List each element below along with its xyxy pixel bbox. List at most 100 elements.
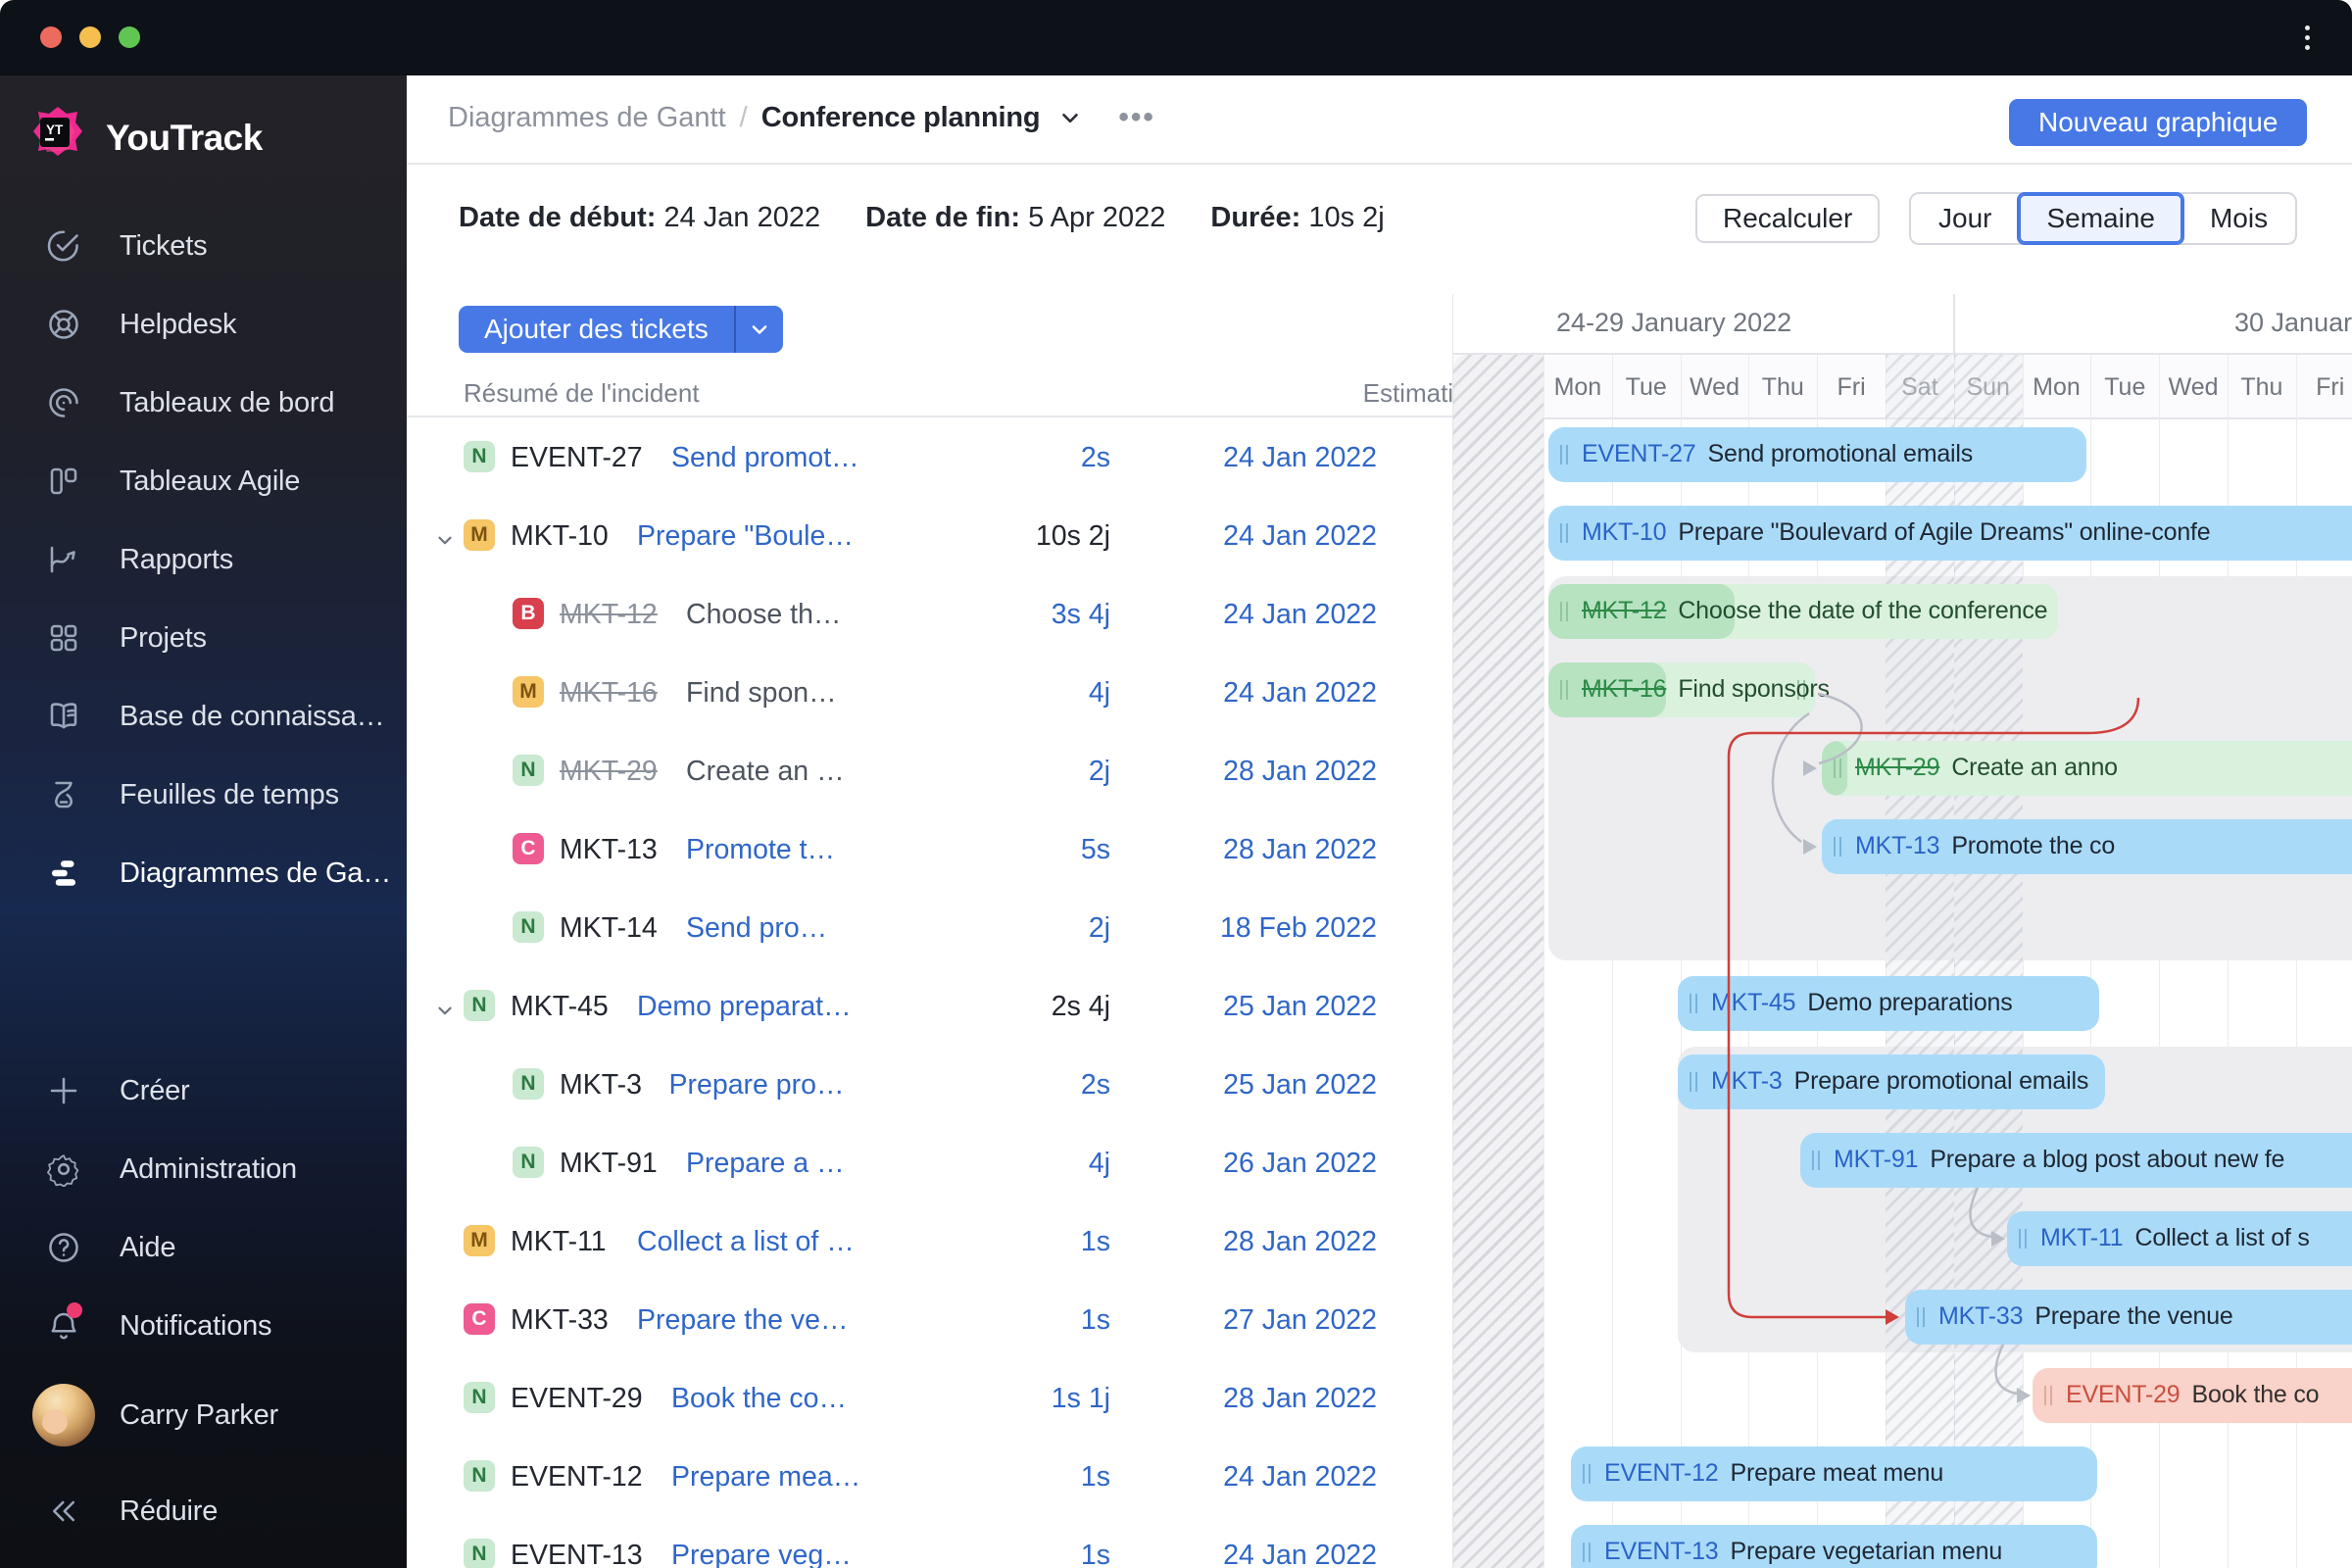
gantt-bar-EVENT-27[interactable]: EVENT-27 Send promotional emails: [1548, 427, 2086, 482]
drag-handle[interactable]: [1560, 602, 1568, 621]
estimation-value[interactable]: 2s 4j: [1052, 991, 1110, 1023]
start-date-value[interactable]: 28 Jan 2022: [1223, 1226, 1377, 1258]
sidebar-item-diagrammes-de-ga[interactable]: Diagrammes de Ga…: [0, 834, 407, 912]
estimation-value[interactable]: 2j: [1089, 756, 1110, 788]
estimation-value[interactable]: 2s: [1081, 442, 1110, 474]
gantt-bar-EVENT-29[interactable]: EVENT-29 Book the co: [2033, 1368, 2352, 1423]
issue-summary-link[interactable]: Collect a list of …: [637, 1226, 855, 1258]
gantt-bar-MKT-33[interactable]: MKT-33 Prepare the venue: [1905, 1290, 2352, 1345]
issue-id[interactable]: MKT-33: [511, 1304, 609, 1337]
start-date-value[interactable]: 24 Jan 2022: [1223, 520, 1377, 553]
youtrack-logo[interactable]: YT YouTrack: [27, 105, 263, 171]
estimation-value[interactable]: 5s: [1081, 834, 1110, 866]
drag-handle[interactable]: [1560, 680, 1568, 700]
drag-handle[interactable]: [1583, 1464, 1591, 1484]
bar-issue-id[interactable]: MKT-45: [1711, 989, 1796, 1016]
bar-issue-id[interactable]: MKT-13: [1855, 832, 1940, 859]
estimation-value[interactable]: 4j: [1089, 1148, 1110, 1180]
gantt-bar-MKT-3[interactable]: MKT-3 Prepare promotional emails: [1678, 1054, 2105, 1109]
issue-id[interactable]: MKT-11: [511, 1226, 607, 1258]
drag-handle[interactable]: [1812, 1151, 1820, 1170]
issue-id[interactable]: EVENT-27: [511, 442, 643, 474]
sidebar-item-user-profile[interactable]: Carry Parker: [0, 1371, 407, 1459]
sidebar-item-rapports[interactable]: Rapports: [0, 520, 407, 599]
issue-summary-link[interactable]: Prepare pro…: [669, 1069, 845, 1102]
new-chart-button[interactable]: Nouveau graphique: [2009, 99, 2308, 146]
drag-handle[interactable]: [2044, 1386, 2052, 1405]
issue-row-MKT-33[interactable]: C MKT-33 Prepare the ve… 1s 27 Jan 2022: [407, 1280, 1453, 1358]
estimation-value[interactable]: 1s: [1081, 1304, 1110, 1337]
estimation-value[interactable]: 1s: [1081, 1226, 1110, 1258]
estimation-value[interactable]: 2s: [1081, 1069, 1110, 1102]
gantt-bar-MKT-91[interactable]: MKT-91 Prepare a blog post about new fe: [1800, 1133, 2352, 1188]
drag-handle[interactable]: [1583, 1543, 1591, 1562]
zoom-option-jour[interactable]: Jour: [1911, 194, 2019, 243]
issue-id[interactable]: EVENT-13: [511, 1540, 643, 1568]
issue-row-EVENT-27[interactable]: N EVENT-27 Send promot… 2s 24 Jan 2022: [407, 417, 1453, 496]
sidebar-item-cr-er[interactable]: Créer: [0, 1052, 407, 1130]
window-zoom-button[interactable]: [119, 26, 140, 48]
estimation-value[interactable]: 4j: [1089, 677, 1110, 710]
drag-handle[interactable]: [1690, 1072, 1697, 1092]
start-date-value[interactable]: 28 Jan 2022: [1223, 756, 1377, 788]
start-date-value[interactable]: 24 Jan 2022: [1223, 1540, 1377, 1568]
add-tickets-dropdown[interactable]: [733, 306, 783, 353]
sidebar-item-tableaux-agile[interactable]: Tableaux Agile: [0, 442, 407, 520]
sidebar-item-tickets[interactable]: Tickets: [0, 207, 407, 285]
sidebar-item-tableaux-de-bord[interactable]: Tableaux de bord: [0, 364, 407, 442]
issue-id[interactable]: MKT-13: [560, 834, 658, 866]
more-options-icon[interactable]: •••: [1118, 101, 1155, 134]
bar-issue-id[interactable]: EVENT-29: [2066, 1381, 2180, 1408]
issue-id[interactable]: MKT-16: [560, 677, 658, 710]
drag-handle[interactable]: [1834, 759, 1841, 778]
issue-summary-link[interactable]: Promote t…: [686, 834, 835, 866]
bar-issue-id[interactable]: MKT-10: [1582, 518, 1667, 546]
start-date-value[interactable]: 24 Jan 2022: [1223, 442, 1377, 474]
issue-id[interactable]: EVENT-29: [511, 1383, 643, 1415]
issue-row-EVENT-12[interactable]: N EVENT-12 Prepare mea… 1s 24 Jan 2022: [407, 1437, 1453, 1515]
issue-row-MKT-29[interactable]: N MKT-29 Create an … 2j 28 Jan 2022: [407, 731, 1453, 809]
expand-chevron-icon[interactable]: [434, 1000, 456, 1021]
breadcrumb-root[interactable]: Diagrammes de Gantt: [448, 102, 726, 134]
sidebar-item-helpdesk[interactable]: Helpdesk: [0, 285, 407, 364]
start-date-value[interactable]: 25 Jan 2022: [1223, 991, 1377, 1023]
drag-handle[interactable]: [1560, 523, 1568, 543]
issue-summary-link[interactable]: Find spon…: [686, 677, 837, 710]
issue-id[interactable]: MKT-3: [560, 1069, 642, 1102]
issue-row-MKT-91[interactable]: N MKT-91 Prepare a … 4j 26 Jan 2022: [407, 1123, 1453, 1201]
issue-summary-link[interactable]: Create an …: [686, 756, 845, 788]
gantt-bar-MKT-11[interactable]: MKT-11 Collect a list of s: [2007, 1211, 2352, 1266]
estimation-value[interactable]: 1s: [1081, 1540, 1110, 1568]
estimation-value[interactable]: 1s 1j: [1052, 1383, 1110, 1415]
bar-issue-id[interactable]: EVENT-13: [1604, 1538, 1719, 1565]
sidebar-item-aide[interactable]: Aide: [0, 1208, 407, 1287]
gantt-bar-MKT-16[interactable]: MKT-16 Find sponsors: [1548, 662, 1830, 717]
gantt-bar-MKT-45[interactable]: MKT-45 Demo preparations: [1678, 976, 2099, 1031]
recalculate-button[interactable]: Recalculer: [1695, 194, 1881, 243]
add-tickets-split-button[interactable]: Ajouter des tickets: [459, 306, 783, 353]
bar-issue-id[interactable]: MKT-16: [1582, 675, 1667, 703]
issue-row-MKT-12[interactable]: B MKT-12 Choose th… 3s 4j 24 Jan 2022: [407, 574, 1453, 653]
issue-summary-link[interactable]: Send promot…: [671, 442, 859, 474]
issue-row-MKT-16[interactable]: M MKT-16 Find spon… 4j 24 Jan 2022: [407, 653, 1453, 731]
issue-summary-link[interactable]: Prepare veg…: [671, 1540, 852, 1568]
start-date-value[interactable]: 28 Jan 2022: [1223, 1383, 1377, 1415]
bar-issue-id[interactable]: MKT-3: [1711, 1067, 1783, 1095]
column-summary[interactable]: Résumé de l'incident: [464, 378, 700, 409]
issue-id[interactable]: MKT-14: [560, 912, 658, 945]
issue-id[interactable]: MKT-29: [560, 756, 658, 788]
sidebar-item-feuilles-de-temps[interactable]: Feuilles de temps: [0, 756, 407, 834]
drag-handle[interactable]: [1690, 994, 1697, 1013]
gantt-bar-EVENT-12[interactable]: EVENT-12 Prepare meat menu: [1571, 1446, 2097, 1501]
issue-summary-link[interactable]: Prepare the ve…: [637, 1304, 848, 1337]
issue-row-MKT-10[interactable]: M MKT-10 Prepare "Boule… 10s 2j 24 Jan 2022: [407, 496, 1453, 574]
drag-handle[interactable]: [2019, 1229, 2027, 1249]
zoom-option-semaine[interactable]: Semaine: [2017, 192, 2184, 245]
bar-issue-id[interactable]: MKT-91: [1834, 1146, 1919, 1173]
issue-row-EVENT-13[interactable]: N EVENT-13 Prepare veg… 1s 24 Jan 2022: [407, 1515, 1453, 1568]
start-date-value[interactable]: 24 Jan 2022: [1223, 1461, 1377, 1494]
issue-row-MKT-11[interactable]: M MKT-11 Collect a list of … 1s 28 Jan 2022: [407, 1201, 1453, 1280]
zoom-option-mois[interactable]: Mois: [2182, 194, 2295, 243]
bar-issue-id[interactable]: MKT-29: [1855, 754, 1940, 781]
sidebar-item-base-de-connaissa[interactable]: Base de connaissa…: [0, 677, 407, 756]
